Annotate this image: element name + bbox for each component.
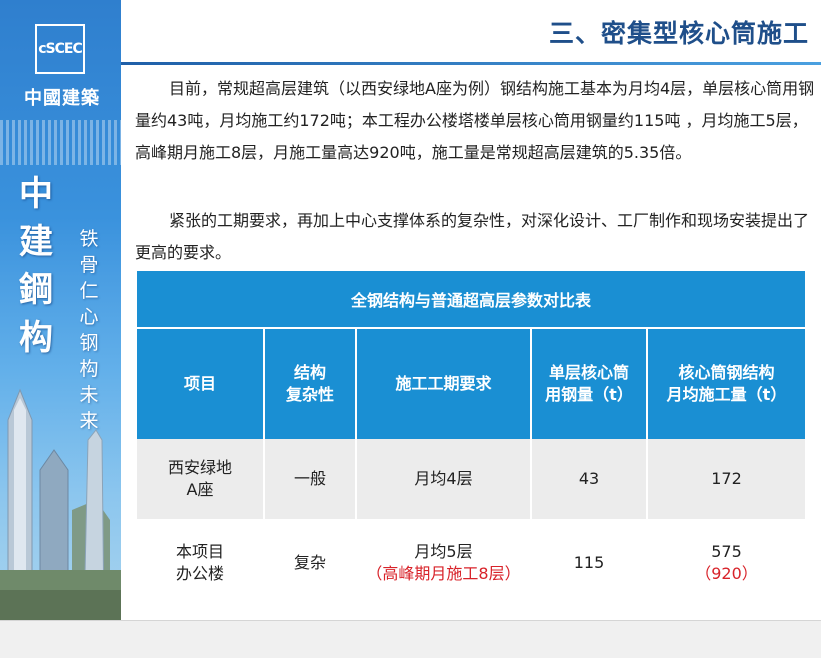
table-caption-row: 全钢结构与普通超高层参数对比表 <box>137 271 806 329</box>
cell-complexity: 复杂 <box>264 520 357 605</box>
header-schedule-label: 施工工期要求 <box>395 374 492 393</box>
paragraph-intro: 目前，常规超高层建筑（以西安绿地A座为例）钢结构施工基本为月均4层，单层核心筒用… <box>135 79 815 162</box>
cell-item-line1: 本项目 <box>175 542 224 561</box>
slogan-char: 仁 <box>79 280 99 302</box>
cell-item: 西安绿地 A座 <box>137 439 265 521</box>
header-steel: 单层核心筒 用钢量（t） <box>531 328 648 439</box>
cell-monthly: 575 （920） <box>647 520 806 605</box>
table-row: 西安绿地 A座 一般 月均4层 43 172 <box>137 439 806 521</box>
brand-big-characters: 中 建 鋼 构 <box>14 170 58 362</box>
cell-monthly: 172 <box>647 439 806 521</box>
sidebar-stripes <box>0 120 121 165</box>
table-header-row: 项目 结构 复杂性 施工工期要求 单层核心筒 用钢量（t） 核心筒钢结构 月均施… <box>137 328 806 439</box>
header-item: 项目 <box>137 328 265 439</box>
header-complexity-line2: 复杂性 <box>285 385 334 404</box>
slide-header: 三、密集型核心筒施工 <box>121 0 821 62</box>
cell-item-line2: 办公楼 <box>175 564 224 583</box>
header-steel-line1: 单层核心筒 <box>548 363 629 382</box>
big-char: 中 <box>19 174 53 214</box>
brand-sidebar: cSCEC 中國建築 中 建 鋼 构 铁 骨 仁 心 钢 构 未 来 <box>0 0 121 620</box>
big-char: 鋼 <box>19 270 53 310</box>
header-monthly: 核心筒钢结构 月均施工量（t） <box>647 328 806 439</box>
slogan-char: 心 <box>79 306 99 328</box>
footer-strip <box>0 620 821 658</box>
cell-complexity: 一般 <box>264 439 357 521</box>
cell-steel: 43 <box>531 439 648 521</box>
header-steel-line2: 用钢量（t） <box>545 385 633 404</box>
cell-schedule-peak: （高峰期月施工8层） <box>366 564 521 583</box>
header-monthly-line2: 月均施工量（t） <box>666 385 787 404</box>
header-schedule: 施工工期要求 <box>356 328 532 439</box>
table-row: 本项目 办公楼 复杂 月均5层 （高峰期月施工8层） 115 575 （920） <box>137 520 806 605</box>
main-content: 目前，常规超高层建筑（以西安绿地A座为例）钢结构施工基本为月均4层，单层核心筒用… <box>121 65 821 620</box>
cell-item: 本项目 办公楼 <box>137 520 265 605</box>
header-complexity-line1: 结构 <box>293 363 326 382</box>
company-logo: cSCEC <box>35 24 85 74</box>
header-complexity: 结构 复杂性 <box>264 328 357 439</box>
cell-schedule-value: 月均5层 <box>414 542 473 561</box>
cell-schedule: 月均4层 <box>356 439 532 521</box>
cell-steel: 115 <box>531 520 648 605</box>
header-item-label: 项目 <box>183 374 216 393</box>
slogan-char: 骨 <box>79 254 99 276</box>
cell-monthly-peak: （920） <box>695 564 758 583</box>
header-monthly-line1: 核心筒钢结构 <box>678 363 775 382</box>
cell-item-line2: A座 <box>186 480 214 499</box>
cell-schedule: 月均5层 （高峰期月施工8层） <box>356 520 532 605</box>
cell-monthly-value: 575 <box>711 542 742 561</box>
big-char: 建 <box>19 222 53 262</box>
paragraph-requirements: 紧张的工期要求，再加上中心支撑体系的复杂性，对深化设计、工厂制作和现场安装提出了… <box>135 211 810 262</box>
cell-item-line1: 西安绿地 <box>167 458 232 477</box>
skyline-illustration <box>0 388 121 620</box>
slogan-char: 铁 <box>79 228 99 250</box>
comparison-table: 全钢结构与普通超高层参数对比表 项目 结构 复杂性 施工工期要求 单层核心筒 用… <box>137 271 806 605</box>
logo-text: cSCEC <box>38 41 82 57</box>
table-caption: 全钢结构与普通超高层参数对比表 <box>137 271 806 329</box>
company-name: 中國建築 <box>24 88 100 109</box>
page-title: 三、密集型核心筒施工 <box>548 19 809 48</box>
